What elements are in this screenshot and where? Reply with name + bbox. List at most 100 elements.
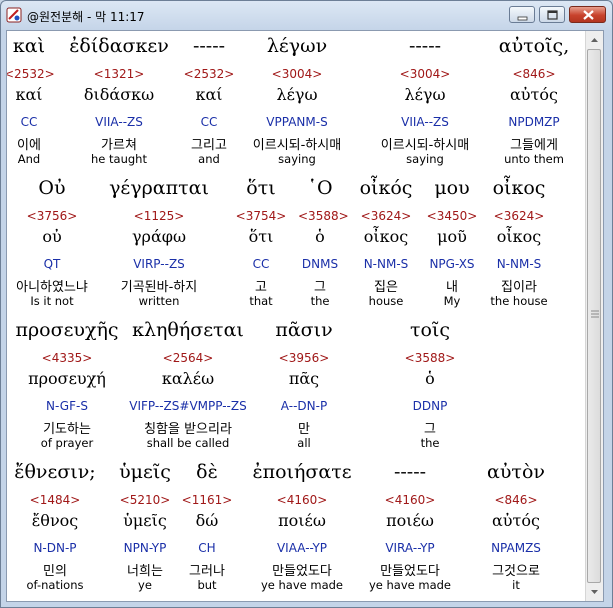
word-cell[interactable]: προσευχῆς <4335> προσευχή N-GF-S 기도하는 of pray… (11, 319, 123, 455)
word-cell[interactable]: καὶ <2532> καί CC 이에 And (7, 35, 55, 171)
korean-gloss: 이르시되-하시매 (252, 138, 342, 153)
english-gloss: And (17, 152, 41, 166)
word-cell[interactable]: πᾶσιν <3956> πᾶς A--DN-P 만 all (264, 319, 344, 455)
strong-number[interactable]: <3004> (232, 67, 362, 81)
lemma: γράφω (131, 227, 187, 246)
english-gloss: written (138, 294, 180, 308)
close-button[interactable] (569, 6, 606, 23)
english-gloss: but (197, 578, 217, 592)
strong-number[interactable]: <3004> (370, 67, 480, 81)
greek-word: καὶ (12, 35, 46, 57)
parsing-code: QT (43, 257, 61, 271)
lemma: ἔθνος (31, 511, 79, 530)
word-cell[interactable]: ἐποιήσατε <4160> ποιέω VIAA--YP 만들었도다 ye have… (244, 461, 360, 597)
strong-number[interactable]: <3754> (233, 209, 289, 223)
english-gloss: ye have made (260, 578, 344, 592)
strong-number[interactable]: <3588> (298, 209, 349, 223)
scrollbar-thumb[interactable] (587, 49, 601, 583)
lemma: οἶκος (496, 227, 542, 246)
word-cell[interactable]: γέγραπται <1125> γράφω VIRP--ZS 기곡된바-하지 writt… (101, 177, 217, 313)
word-cell[interactable]: αὐτὸν <846> αὐτός NPAMZS 그것으로 it (476, 461, 556, 597)
strong-number[interactable]: <3588> (395, 351, 465, 365)
parsing-code: VPPANM-S (266, 115, 328, 129)
scroll-up-arrow-icon[interactable] (587, 32, 602, 48)
korean-gloss: 기곡된바-하지 (120, 280, 198, 295)
strong-number[interactable]: <1161> (177, 493, 237, 507)
strong-number[interactable]: <5210> (110, 493, 180, 507)
korean-gloss: 이르시되-하시매 (380, 138, 470, 153)
english-gloss: shall be called (146, 436, 230, 450)
word-cell[interactable]: ----- <3004> λέγω VIIA--ZS 이르시되-하시매 saying (370, 35, 480, 171)
english-gloss: saying (406, 152, 444, 166)
lemma: καλέω (161, 369, 215, 388)
strong-number[interactable]: <4160> (355, 493, 465, 507)
word-cell[interactable]: ἐδίδασκεν <1321> διδάσκω VIIA--ZS 가르쳐 he taug… (64, 35, 174, 171)
strong-number[interactable]: <1321> (64, 67, 174, 81)
strong-number[interactable]: <4160> (244, 493, 360, 507)
word-cell[interactable]: αὐτοῖς, <846> αὐτός NPDMZP 그들에게 unto them (489, 35, 579, 171)
parsing-code: NPN-YP (123, 541, 167, 555)
strong-number[interactable]: <4335> (11, 351, 123, 365)
word-cell[interactable]: οἶκος <3624> οἶκος N-NM-S 집이라 the house (479, 177, 559, 313)
word-cell[interactable]: τοῖς <3588> ὁ DDNP 그 the (395, 319, 465, 455)
word-cell[interactable]: οἶκός <3624> οἶκος N-NM-S 집은 house (354, 177, 418, 313)
greek-word: δὲ (196, 461, 218, 483)
word-cell[interactable]: ῾Ο <3588> ὁ DNMS 그 the (298, 177, 349, 313)
word-cell[interactable]: ----- <4160> ποιέω VIRA--YP 만들었도다 ye have mad… (355, 461, 465, 597)
lemma: ὑμεῖς (123, 511, 167, 530)
greek-word: ἐποιήσατε (252, 461, 352, 483)
lemma: αὐτός (492, 511, 540, 530)
korean-gloss: 만 (298, 422, 310, 437)
scroll-down-arrow-icon[interactable] (587, 584, 602, 600)
english-gloss: all (297, 436, 311, 450)
korean-gloss: 민의 (43, 564, 67, 579)
english-gloss: that (249, 294, 273, 308)
word-cell[interactable]: κληθήσεται <2564> καλέω VIFP--ZS#VMPP--ZS 칭함… (113, 319, 263, 455)
greek-word: γέγραπται (109, 177, 209, 199)
strong-number[interactable]: <3450> (424, 209, 480, 223)
greek-word: Οὐ (38, 177, 66, 199)
word-cell[interactable]: λέγων <3004> λέγω VPPANM-S 이르시되-하시매 saying (232, 35, 362, 171)
word-cell[interactable]: ἔθνεσιν; <1484> ἔθνος N-DN-P 민의 of-nations (13, 461, 97, 597)
parsing-code: VIRP--ZS (133, 257, 185, 271)
parsing-code: N-NM-S (496, 257, 542, 271)
korean-gloss: 이에 (17, 138, 41, 153)
greek-word: οἶκός (359, 177, 413, 199)
korean-gloss: 만들었도다 (380, 564, 440, 579)
minimize-button[interactable] (509, 6, 535, 23)
greek-word: πᾶσιν (275, 319, 333, 341)
vertical-scrollbar[interactable] (585, 31, 603, 601)
strong-number[interactable]: <1484> (13, 493, 97, 507)
strong-number[interactable]: <3624> (354, 209, 418, 223)
english-gloss: of prayer (40, 436, 94, 450)
strong-number[interactable]: <2564> (113, 351, 263, 365)
english-gloss: house (368, 294, 404, 308)
lemma: ὁ (425, 369, 435, 388)
lemma: ὅτι (248, 227, 274, 246)
lemma: καί (15, 85, 43, 104)
word-cell[interactable]: μου <3450> μοῦ NPG-XS 내 My (424, 177, 480, 313)
strong-number[interactable]: <846> (476, 493, 556, 507)
strong-number[interactable]: <3956> (264, 351, 344, 365)
title-bar[interactable]: @원전분해 - 막 11:17 (1, 1, 612, 29)
strong-number[interactable]: <2532> (7, 67, 55, 81)
strong-number[interactable]: <3756> (10, 209, 94, 223)
english-gloss: the house (490, 294, 548, 308)
parsing-code: VIIA--ZS (95, 115, 143, 129)
maximize-button[interactable] (539, 6, 565, 23)
strong-number[interactable]: <1125> (101, 209, 217, 223)
bible-app-icon (6, 7, 22, 23)
korean-gloss: 그것으로 (492, 564, 540, 579)
english-gloss: the (310, 294, 330, 308)
word-cell[interactable]: ὅτι <3754> ὅτι CC 고 that (233, 177, 289, 313)
lemma: λέγω (404, 85, 446, 104)
strong-number[interactable]: <3624> (479, 209, 559, 223)
strong-number[interactable]: <846> (489, 67, 579, 81)
word-cell[interactable]: Οὐ <3756> οὐ QT 아니하였느냐 Is it not (10, 177, 94, 313)
word-cell[interactable]: δὲ <1161> δώ CH 그러나 but (177, 461, 237, 597)
english-gloss: ye have made (368, 578, 452, 592)
lemma: δώ (195, 511, 219, 530)
korean-gloss: 그러나 (189, 564, 225, 579)
korean-gloss: 너희는 (127, 564, 163, 579)
word-cell[interactable]: ὑμεῖς <5210> ὑμεῖς NPN-YP 너희는 ye (110, 461, 180, 597)
